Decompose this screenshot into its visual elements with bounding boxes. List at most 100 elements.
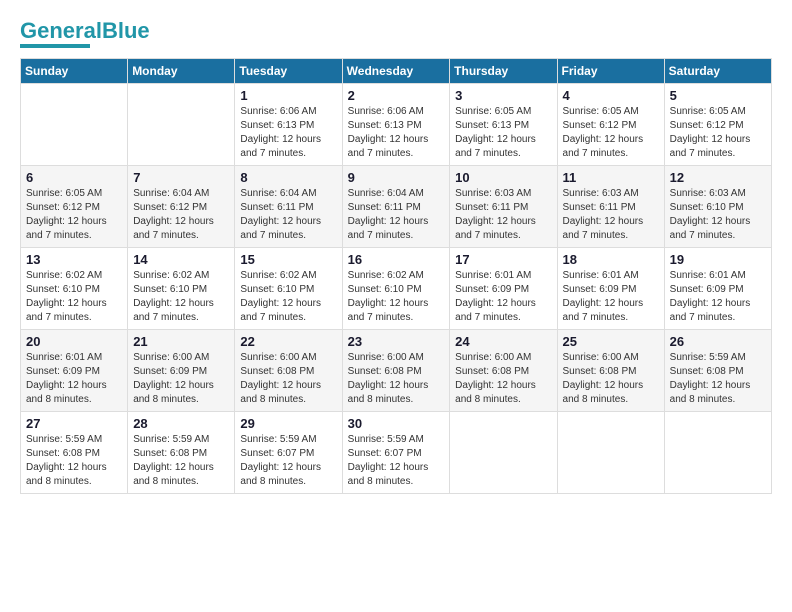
calendar-cell: 20 Sunrise: 6:01 AM Sunset: 6:09 PM Dayli…	[21, 330, 128, 412]
day-number: 21	[133, 334, 229, 349]
calendar-cell: 13 Sunrise: 6:02 AM Sunset: 6:10 PM Dayli…	[21, 248, 128, 330]
calendar-cell: 21 Sunrise: 6:00 AM Sunset: 6:09 PM Dayli…	[128, 330, 235, 412]
day-info: Sunrise: 6:05 AM Sunset: 6:12 PM Dayligh…	[26, 187, 122, 243]
day-info: Sunrise: 6:06 AM Sunset: 6:13 PM Dayligh…	[348, 105, 445, 161]
calendar-week-row: 1 Sunrise: 6:06 AM Sunset: 6:13 PM Daylig…	[21, 84, 772, 166]
calendar-cell: 19 Sunrise: 6:01 AM Sunset: 6:09 PM Dayli…	[664, 248, 771, 330]
day-number: 30	[348, 416, 445, 431]
day-info: Sunrise: 6:02 AM Sunset: 6:10 PM Dayligh…	[240, 269, 336, 325]
calendar-cell: 24 Sunrise: 6:00 AM Sunset: 6:08 PM Dayli…	[450, 330, 557, 412]
day-number: 7	[133, 170, 229, 185]
calendar-table: SundayMondayTuesdayWednesdayThursdayFrid…	[20, 58, 772, 494]
calendar-cell: 8 Sunrise: 6:04 AM Sunset: 6:11 PM Daylig…	[235, 166, 342, 248]
calendar-week-row: 20 Sunrise: 6:01 AM Sunset: 6:09 PM Dayli…	[21, 330, 772, 412]
day-number: 15	[240, 252, 336, 267]
calendar-cell: 14 Sunrise: 6:02 AM Sunset: 6:10 PM Dayli…	[128, 248, 235, 330]
day-number: 11	[563, 170, 659, 185]
day-number: 5	[670, 88, 766, 103]
calendar-cell: 12 Sunrise: 6:03 AM Sunset: 6:10 PM Dayli…	[664, 166, 771, 248]
day-number: 8	[240, 170, 336, 185]
logo-general: General	[20, 18, 102, 43]
day-info: Sunrise: 6:00 AM Sunset: 6:09 PM Dayligh…	[133, 351, 229, 407]
calendar-cell: 6 Sunrise: 6:05 AM Sunset: 6:12 PM Daylig…	[21, 166, 128, 248]
day-info: Sunrise: 6:05 AM Sunset: 6:12 PM Dayligh…	[670, 105, 766, 161]
day-info: Sunrise: 6:01 AM Sunset: 6:09 PM Dayligh…	[26, 351, 122, 407]
calendar-cell: 28 Sunrise: 5:59 AM Sunset: 6:08 PM Dayli…	[128, 412, 235, 494]
calendar-cell: 22 Sunrise: 6:00 AM Sunset: 6:08 PM Dayli…	[235, 330, 342, 412]
day-info: Sunrise: 6:01 AM Sunset: 6:09 PM Dayligh…	[670, 269, 766, 325]
day-info: Sunrise: 6:00 AM Sunset: 6:08 PM Dayligh…	[455, 351, 551, 407]
logo: GeneralBlue	[20, 20, 150, 48]
calendar-cell	[557, 412, 664, 494]
day-number: 12	[670, 170, 766, 185]
calendar-cell	[128, 84, 235, 166]
day-number: 2	[348, 88, 445, 103]
calendar-cell: 1 Sunrise: 6:06 AM Sunset: 6:13 PM Daylig…	[235, 84, 342, 166]
calendar-cell	[21, 84, 128, 166]
day-info: Sunrise: 6:04 AM Sunset: 6:11 PM Dayligh…	[240, 187, 336, 243]
day-number: 22	[240, 334, 336, 349]
day-number: 20	[26, 334, 122, 349]
calendar-week-row: 27Sunrise: 5:59 AM Sunset: 6:08 PM Dayli…	[21, 412, 772, 494]
calendar-week-row: 6 Sunrise: 6:05 AM Sunset: 6:12 PM Daylig…	[21, 166, 772, 248]
day-info: Sunrise: 6:05 AM Sunset: 6:13 PM Dayligh…	[455, 105, 551, 161]
day-number: 29	[240, 416, 336, 431]
day-number: 28	[133, 416, 229, 431]
calendar-header-row: SundayMondayTuesdayWednesdayThursdayFrid…	[21, 59, 772, 84]
day-info: Sunrise: 6:06 AM Sunset: 6:13 PM Dayligh…	[240, 105, 336, 161]
calendar-cell: 7 Sunrise: 6:04 AM Sunset: 6:12 PM Daylig…	[128, 166, 235, 248]
day-info: Sunrise: 6:04 AM Sunset: 6:11 PM Dayligh…	[348, 187, 445, 243]
weekday-header-sunday: Sunday	[21, 59, 128, 84]
calendar-cell: 9 Sunrise: 6:04 AM Sunset: 6:11 PM Daylig…	[342, 166, 450, 248]
day-info: Sunrise: 6:05 AM Sunset: 6:12 PM Dayligh…	[563, 105, 659, 161]
logo-text: GeneralBlue	[20, 20, 150, 42]
logo-blue: Blue	[102, 18, 150, 43]
calendar-cell: 27Sunrise: 5:59 AM Sunset: 6:08 PM Dayli…	[21, 412, 128, 494]
day-info: Sunrise: 6:02 AM Sunset: 6:10 PM Dayligh…	[26, 269, 122, 325]
calendar-cell	[450, 412, 557, 494]
day-number: 13	[26, 252, 122, 267]
calendar-cell: 23 Sunrise: 6:00 AM Sunset: 6:08 PM Dayli…	[342, 330, 450, 412]
calendar-cell: 2 Sunrise: 6:06 AM Sunset: 6:13 PM Daylig…	[342, 84, 450, 166]
day-info: Sunrise: 6:02 AM Sunset: 6:10 PM Dayligh…	[133, 269, 229, 325]
weekday-header-saturday: Saturday	[664, 59, 771, 84]
weekday-header-tuesday: Tuesday	[235, 59, 342, 84]
day-number: 17	[455, 252, 551, 267]
weekday-header-thursday: Thursday	[450, 59, 557, 84]
day-info: Sunrise: 5:59 AM Sunset: 6:08 PM Dayligh…	[133, 433, 229, 489]
day-info: Sunrise: 6:00 AM Sunset: 6:08 PM Dayligh…	[563, 351, 659, 407]
day-info: Sunrise: 5:59 AM Sunset: 6:08 PM Dayligh…	[670, 351, 766, 407]
day-info: Sunrise: 5:59 AM Sunset: 6:08 PM Dayligh…	[26, 433, 122, 489]
day-info: Sunrise: 6:00 AM Sunset: 6:08 PM Dayligh…	[240, 351, 336, 407]
calendar-cell: 5 Sunrise: 6:05 AM Sunset: 6:12 PM Daylig…	[664, 84, 771, 166]
calendar-cell: 29 Sunrise: 5:59 AM Sunset: 6:07 PM Dayli…	[235, 412, 342, 494]
day-number: 3	[455, 88, 551, 103]
day-info: Sunrise: 6:03 AM Sunset: 6:10 PM Dayligh…	[670, 187, 766, 243]
day-number: 23	[348, 334, 445, 349]
calendar-cell: 4Sunrise: 6:05 AM Sunset: 6:12 PM Daylig…	[557, 84, 664, 166]
day-number: 18	[563, 252, 659, 267]
day-number: 9	[348, 170, 445, 185]
calendar-cell: 10Sunrise: 6:03 AM Sunset: 6:11 PM Dayli…	[450, 166, 557, 248]
calendar-cell: 25Sunrise: 6:00 AM Sunset: 6:08 PM Dayli…	[557, 330, 664, 412]
day-info: Sunrise: 6:00 AM Sunset: 6:08 PM Dayligh…	[348, 351, 445, 407]
day-info: Sunrise: 6:04 AM Sunset: 6:12 PM Dayligh…	[133, 187, 229, 243]
weekday-header-friday: Friday	[557, 59, 664, 84]
day-number: 1	[240, 88, 336, 103]
day-number: 6	[26, 170, 122, 185]
calendar-week-row: 13 Sunrise: 6:02 AM Sunset: 6:10 PM Dayli…	[21, 248, 772, 330]
calendar-cell: 15 Sunrise: 6:02 AM Sunset: 6:10 PM Dayli…	[235, 248, 342, 330]
day-info: Sunrise: 6:03 AM Sunset: 6:11 PM Dayligh…	[563, 187, 659, 243]
weekday-header-monday: Monday	[128, 59, 235, 84]
calendar-cell: 30 Sunrise: 5:59 AM Sunset: 6:07 PM Dayli…	[342, 412, 450, 494]
day-number: 26	[670, 334, 766, 349]
calendar-cell	[664, 412, 771, 494]
calendar-cell: 26 Sunrise: 5:59 AM Sunset: 6:08 PM Dayli…	[664, 330, 771, 412]
day-number: 10	[455, 170, 551, 185]
day-info: Sunrise: 5:59 AM Sunset: 6:07 PM Dayligh…	[348, 433, 445, 489]
day-info: Sunrise: 5:59 AM Sunset: 6:07 PM Dayligh…	[240, 433, 336, 489]
day-number: 19	[670, 252, 766, 267]
day-number: 14	[133, 252, 229, 267]
day-number: 24	[455, 334, 551, 349]
page-header: GeneralBlue	[20, 20, 772, 48]
